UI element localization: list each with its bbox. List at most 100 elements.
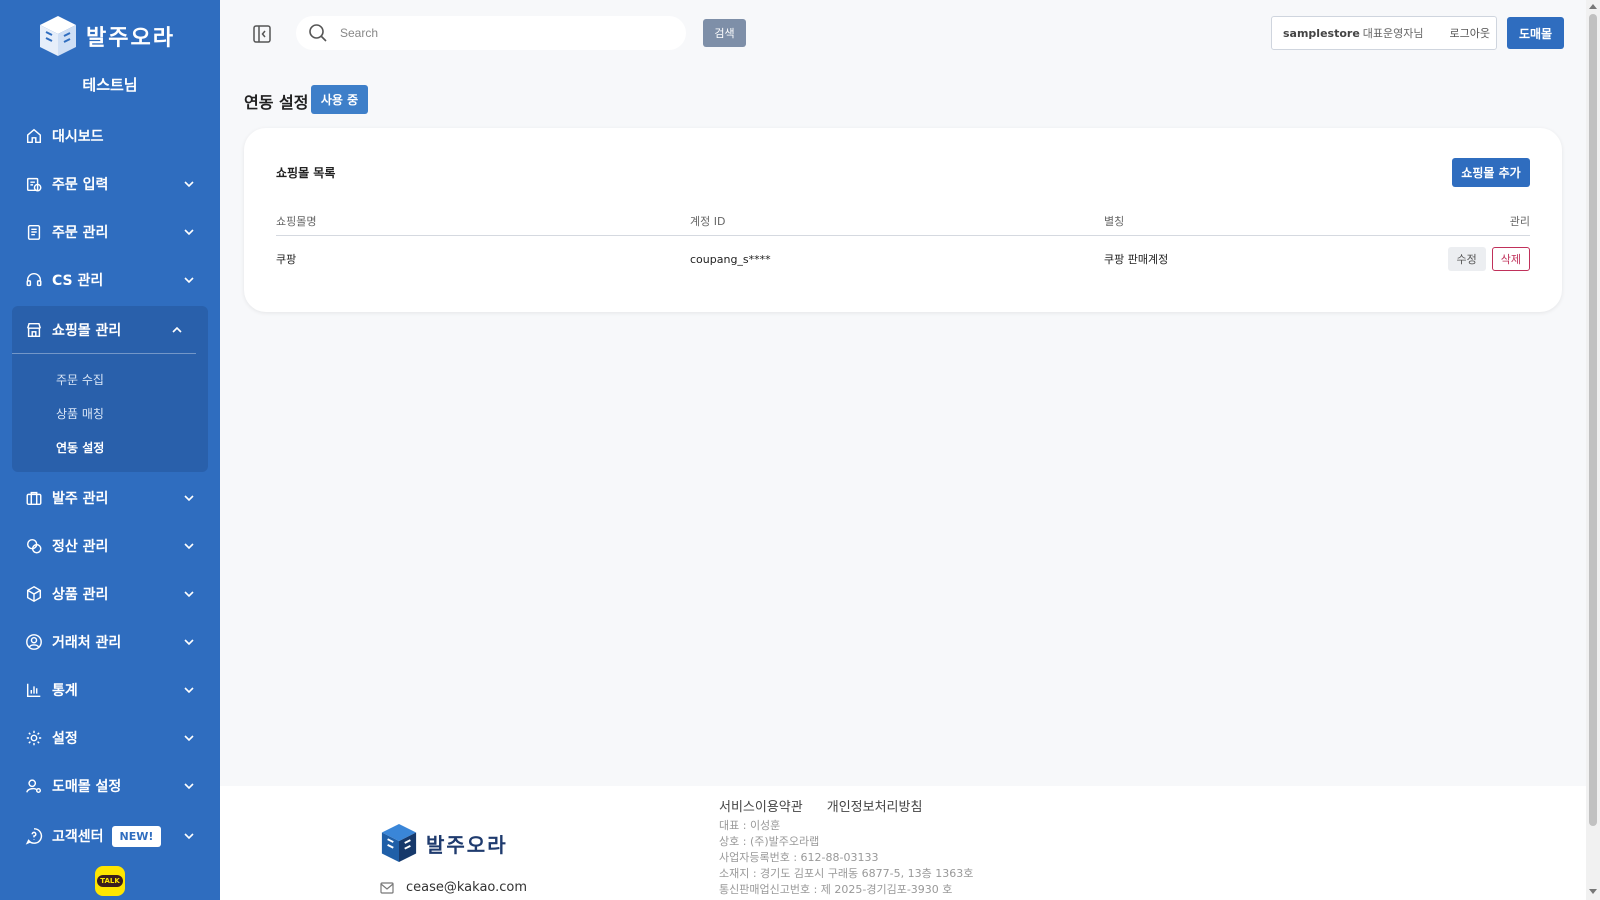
chevron-down-icon (184, 277, 194, 284)
kakao-talk-label: TALK (97, 875, 123, 887)
briefcase-icon (24, 488, 44, 508)
footer: 발주오라 cease@kakao.com 서비스이용약관 개인정보처리방침 대표… (220, 786, 1586, 900)
sidebar-item-label: 도매몰 설정 (52, 779, 122, 795)
gear-icon (24, 728, 44, 748)
sidebar-item-order-manage[interactable]: 주문 관리 (12, 208, 208, 256)
user-id: samplestore (1283, 26, 1360, 40)
footer-links: 서비스이용약관 개인정보처리방침 (719, 796, 922, 815)
chevron-down-icon (184, 735, 194, 742)
sidebar-item-settings[interactable]: 설정 (12, 714, 208, 762)
sidebar-toggle-icon[interactable] (252, 24, 272, 44)
mail-icon (380, 881, 394, 894)
sidebar-item-label: 주문 관리 (52, 225, 109, 241)
chevron-down-icon (184, 833, 194, 840)
footer-info-line: 상호 : (주)발주오라랩 (719, 835, 820, 848)
home-icon (24, 126, 44, 146)
column-header-account-id: 계정 ID (690, 214, 726, 228)
cube-logo-icon (381, 824, 417, 862)
user-settings-icon (24, 776, 44, 796)
terms-link[interactable]: 서비스이용약관 (719, 796, 803, 815)
add-mall-button[interactable]: 쇼핑몰 추가 (1452, 158, 1530, 187)
sidebar-subitem-integration-settings[interactable]: 연동 설정 (12, 430, 208, 464)
search-icon (309, 24, 327, 42)
sidebar-item-dashboard[interactable]: 대시보드 (12, 112, 208, 160)
card-title: 쇼핑몰 목록 (276, 166, 336, 180)
sidebar-item-mall-manage[interactable]: 쇼핑몰 관리 (12, 306, 196, 354)
chevron-down-icon (184, 229, 194, 236)
search-button[interactable]: 검색 (703, 19, 746, 47)
footer-email-text[interactable]: cease@kakao.com (406, 880, 527, 895)
sidebar-item-settlement[interactable]: 정산 관리 (12, 522, 208, 570)
sidebar-item-label: CS 관리 (52, 273, 104, 289)
coins-icon (24, 536, 44, 556)
column-header-alias: 별칭 (1104, 214, 1125, 228)
submenu: 주문 수집 상품 매칭 연동 설정 (12, 354, 208, 472)
sidebar-item-product-manage[interactable]: 상품 관리 (12, 570, 208, 618)
cell-mall: 쿠팡 (276, 253, 297, 266)
sidebar-subitem-order-collect[interactable]: 주문 수집 (12, 362, 208, 396)
brand-logo[interactable]: 발주오라 (38, 14, 175, 58)
scroll-down-arrow-icon[interactable] (1589, 889, 1597, 894)
bar-chart-icon (24, 680, 44, 700)
sidebar-item-order-input[interactable]: 주문 입력 (12, 160, 208, 208)
footer-logo: 발주오라 (380, 822, 508, 864)
sidebar-item-statistics[interactable]: 통계 (12, 666, 208, 714)
mall-list-card: 쇼핑몰 목록 쇼핑몰 추가 쇼핑몰명 계정 ID 별칭 관리 쿠팡 coupan… (244, 128, 1562, 312)
cell-alias: 쿠팡 판매계정 (1104, 253, 1169, 266)
package-icon (24, 584, 44, 604)
edit-button[interactable]: 수정 (1447, 247, 1486, 271)
chevron-down-icon (184, 543, 194, 550)
user-role: 대표운영자님 (1362, 27, 1424, 40)
cell-account-id: coupang_s**** (690, 252, 771, 266)
footer-company-info: 대표 : 이성훈 상호 : (주)발주오라랩 사업자등록번호 : 612-88-… (719, 818, 973, 898)
sidebar-item-wholesale-settings[interactable]: 도매몰 설정 (12, 762, 208, 810)
sidebar-item-label: 쇼핑몰 관리 (52, 322, 122, 339)
privacy-link[interactable]: 개인정보처리방침 (827, 796, 923, 815)
footer-info-line: 소재지 : 경기도 김포시 구래동 6877-5, 13층 1363호 (719, 867, 974, 880)
sidebar-nav: 대시보드 주문 입력 주문 관리 CS 관리 쇼핑몰 관리 주문 수집 상품 매… (12, 112, 208, 862)
chevron-up-icon (172, 326, 182, 333)
page-title: 연동 설정 (244, 93, 309, 112)
user-circle-icon (24, 632, 44, 652)
chevron-down-icon (184, 687, 194, 694)
wholesale-mall-button[interactable]: 도매몰 (1507, 17, 1564, 49)
logout-button[interactable]: 로그아웃 (1450, 25, 1490, 41)
scroll-thumb[interactable] (1589, 14, 1597, 826)
sidebar-item-label: 상품 관리 (52, 587, 109, 603)
sidebar-item-cs[interactable]: CS 관리 (12, 256, 208, 304)
search-input[interactable] (340, 26, 640, 40)
sidebar-item-label: 주문 입력 (52, 177, 109, 193)
chevron-down-icon (184, 639, 194, 646)
chevron-down-icon (184, 591, 194, 598)
footer-info-line: 사업자등록번호 : 612-88-03133 (719, 851, 879, 864)
new-badge: NEW! (111, 825, 162, 847)
footer-info-line: 대표 : 이성훈 (719, 819, 781, 832)
sidebar-item-label: 설정 (52, 731, 78, 747)
sidebar-item-label: 거래처 관리 (52, 635, 122, 651)
column-header-manage: 관리 (1509, 214, 1530, 228)
scroll-up-arrow-icon[interactable] (1589, 4, 1597, 9)
scrollbar[interactable] (1586, 0, 1600, 900)
delete-button[interactable]: 삭제 (1491, 247, 1530, 271)
sidebar-item-customer-center[interactable]: 고객센터 NEW! (12, 810, 208, 862)
chevron-down-icon (184, 783, 194, 790)
sidebar: 발주오라 테스트님 대시보드 주문 입력 주문 관리 CS 관리 쇼핑몰 관리 … (0, 0, 220, 900)
mall-table: 쇼핑몰명 계정 ID 별칭 관리 쿠팡 coupang_s**** 쿠팡 판매계… (276, 206, 1530, 282)
sidebar-item-purchase-manage[interactable]: 발주 관리 (12, 474, 208, 522)
sidebar-item-label: 정산 관리 (52, 539, 109, 555)
sidebar-subitem-product-matching[interactable]: 상품 매칭 (12, 396, 208, 430)
store-name: 테스트님 (82, 76, 138, 94)
sidebar-item-label: 고객센터 (52, 829, 104, 845)
status-badge: 사용 중 (311, 85, 368, 114)
kakao-talk-icon[interactable]: TALK (95, 866, 125, 896)
store-icon (24, 320, 44, 340)
sidebar-group-mall-manage: 쇼핑몰 관리 주문 수집 상품 매칭 연동 설정 (12, 306, 208, 472)
sidebar-item-partner-manage[interactable]: 거래처 관리 (12, 618, 208, 666)
table-row: 쿠팡 coupang_s**** 쿠팡 판매계정 수정 삭제 (276, 236, 1530, 282)
user-box: samplestore 대표운영자님 로그아웃 (1271, 16, 1497, 50)
footer-logo-text: 발주오라 (426, 832, 508, 857)
order-input-icon (24, 174, 44, 194)
cube-logo-icon (40, 16, 76, 56)
column-header-mall: 쇼핑몰명 (276, 214, 317, 228)
footer-info-line: 통신판매업신고번호 : 제 2025-경기김포-3930 호 (719, 883, 953, 896)
